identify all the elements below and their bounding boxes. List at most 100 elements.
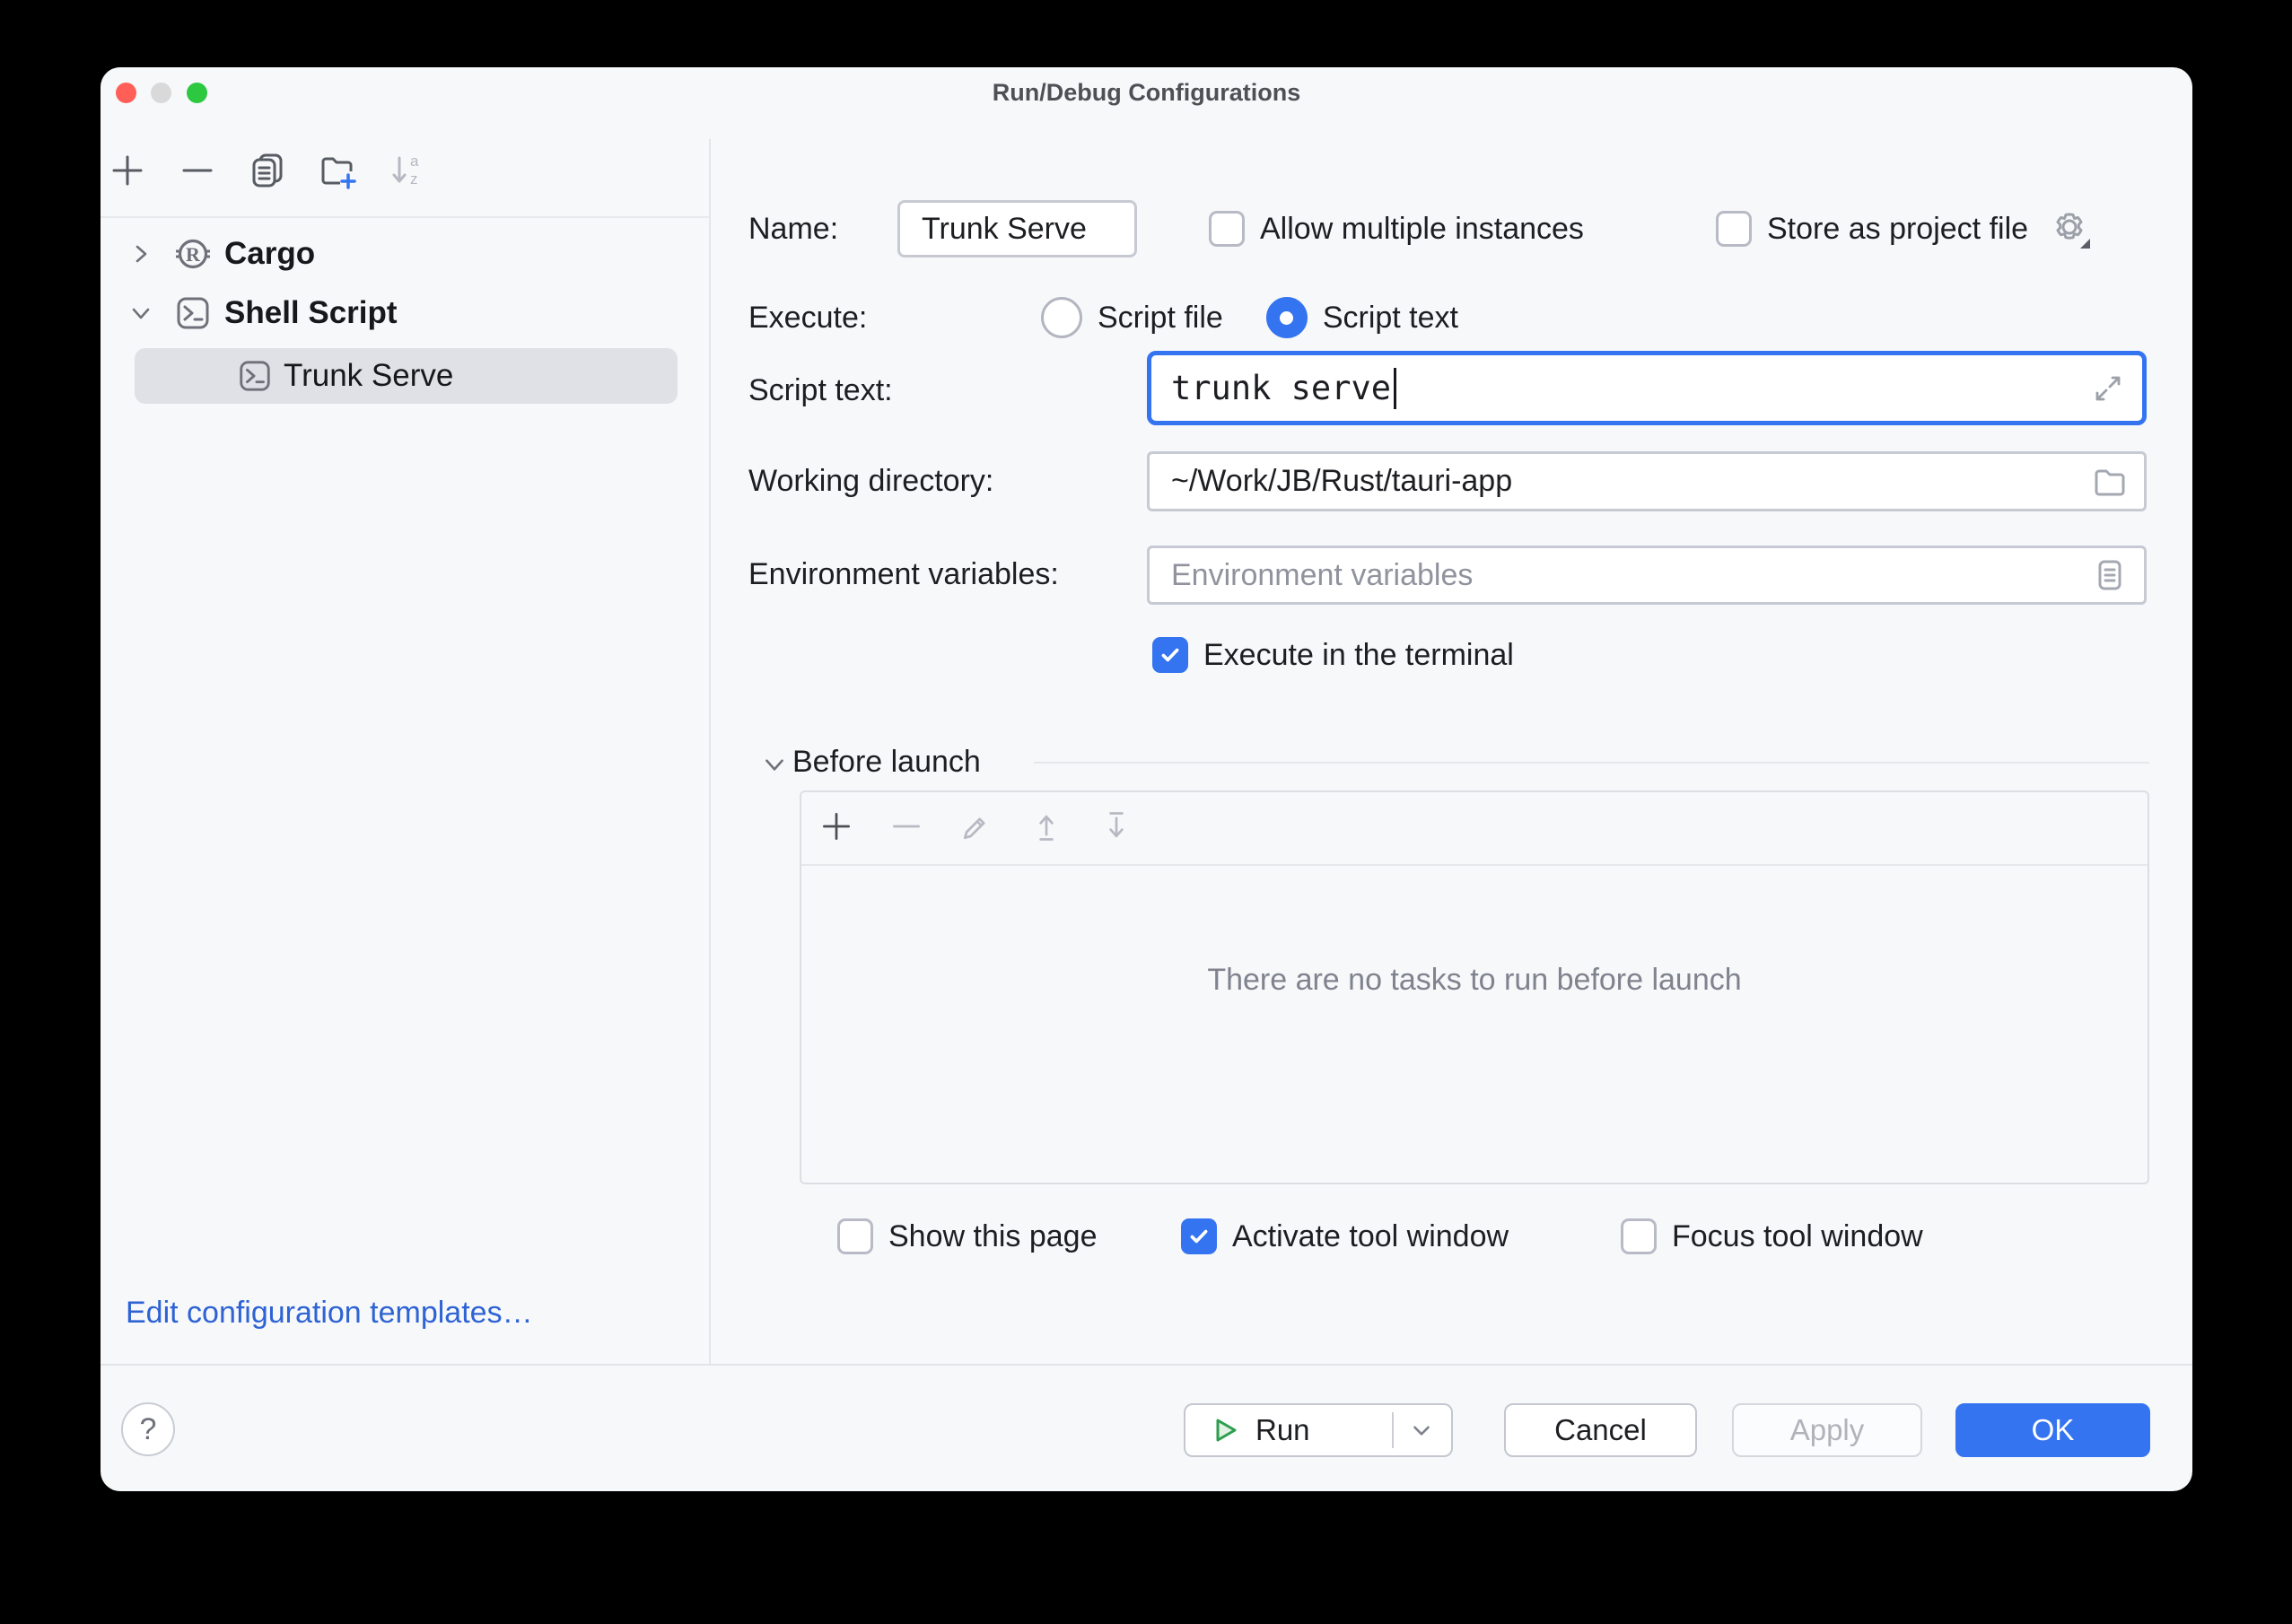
sort-configurations-button[interactable]: a z xyxy=(388,153,427,192)
before-launch-toolbar xyxy=(801,792,2148,866)
execute-in-terminal-checkbox[interactable] xyxy=(1152,637,1188,673)
list-icon[interactable] xyxy=(2090,555,2130,595)
allow-multiple-instances-checkbox[interactable] xyxy=(1209,211,1245,247)
ok-button[interactable]: OK xyxy=(1955,1403,2150,1457)
tree-item-label: Cargo xyxy=(224,236,315,272)
arrow-down-icon xyxy=(1098,808,1134,849)
activate-tool-window-label: Activate tool window xyxy=(1232,1219,1509,1254)
script-text-input[interactable]: trunk serve xyxy=(1147,351,2147,425)
apply-button-label: Apply xyxy=(1790,1413,1865,1447)
terminal-icon xyxy=(237,358,273,394)
sidebar-toolbar-divider xyxy=(101,216,709,218)
chevron-down-icon[interactable] xyxy=(127,301,154,326)
plus-icon xyxy=(108,151,147,195)
chevron-right-icon[interactable] xyxy=(127,241,154,266)
arrow-up-icon xyxy=(1028,808,1064,849)
pencil-icon xyxy=(958,808,994,849)
tree-item-trunk-serve-selected[interactable]: Trunk Serve xyxy=(135,348,678,404)
tree-item-label: Trunk Serve xyxy=(284,358,453,394)
execute-radio-group: Script file Script text xyxy=(1041,297,1458,338)
focus-tool-window-option[interactable]: Focus tool window xyxy=(1621,1208,1923,1265)
move-task-up-button[interactable] xyxy=(1027,808,1066,848)
run-button[interactable]: Run xyxy=(1184,1403,1453,1457)
svg-text:a: a xyxy=(410,153,419,170)
configurations-tree: R Cargo Shell Script xyxy=(101,224,709,404)
minus-icon xyxy=(178,151,217,195)
copy-configuration-button[interactable] xyxy=(248,153,287,192)
cancel-button[interactable]: Cancel xyxy=(1504,1403,1697,1457)
text-caret xyxy=(1394,368,1396,409)
sidebar-divider xyxy=(709,139,711,1364)
script-file-radio-label: Script file xyxy=(1098,301,1223,336)
chevron-down-icon[interactable] xyxy=(1408,1417,1435,1444)
environment-variables-input[interactable]: Environment variables xyxy=(1147,546,2147,605)
focus-tool-window-checkbox[interactable] xyxy=(1621,1218,1657,1254)
store-as-project-file-option[interactable]: Store as project file xyxy=(1716,200,2092,258)
remove-task-button[interactable] xyxy=(887,808,926,848)
store-as-project-file-checkbox[interactable] xyxy=(1716,211,1752,247)
expand-icon[interactable] xyxy=(2088,369,2128,408)
help-question-icon: ? xyxy=(140,1412,157,1447)
allow-multiple-instances-option[interactable]: Allow multiple instances xyxy=(1209,200,1584,258)
before-launch-panel: There are no tasks to run before launch xyxy=(800,790,2149,1184)
window-title: Run/Debug Configurations xyxy=(101,79,2192,107)
focus-tool-window-label: Focus tool window xyxy=(1672,1219,1923,1254)
store-as-project-file-label: Store as project file xyxy=(1767,212,2028,247)
name-input-value: Trunk Serve xyxy=(922,212,1087,247)
remove-configuration-button[interactable] xyxy=(178,153,217,192)
execute-in-terminal-label: Execute in the terminal xyxy=(1203,638,1514,673)
execute-in-terminal-option[interactable]: Execute in the terminal xyxy=(1152,626,1514,684)
before-launch-title[interactable]: Before launch xyxy=(792,745,981,780)
script-text-radio[interactable] xyxy=(1266,297,1308,338)
minus-icon xyxy=(888,808,924,849)
before-launch-divider xyxy=(1034,762,2149,764)
dialog-footer: ? Run Cancel Apply OK xyxy=(101,1364,2192,1491)
move-task-down-button[interactable] xyxy=(1097,808,1136,848)
script-text-value: trunk serve xyxy=(1171,369,1391,407)
show-this-page-checkbox[interactable] xyxy=(837,1218,873,1254)
ok-button-label: OK xyxy=(2032,1413,2075,1447)
add-task-button[interactable] xyxy=(817,808,856,848)
working-directory-input[interactable]: ~/Work/JB/Rust/tauri-app xyxy=(1147,451,2147,511)
allow-multiple-instances-label: Allow multiple instances xyxy=(1260,212,1584,247)
svg-text:z: z xyxy=(410,170,418,188)
environment-variables-label: Environment variables: xyxy=(748,556,1059,592)
svg-text:R: R xyxy=(186,243,201,266)
working-directory-value: ~/Work/JB/Rust/tauri-app xyxy=(1171,464,1512,499)
play-icon xyxy=(1209,1414,1241,1446)
execute-label: Execute: xyxy=(748,300,867,336)
activate-tool-window-checkbox[interactable] xyxy=(1181,1218,1217,1254)
new-folder-button[interactable] xyxy=(318,153,357,192)
run-debug-configurations-dialog: Run/Debug Configurations xyxy=(101,67,2192,1491)
environment-variables-placeholder: Environment variables xyxy=(1171,558,1473,593)
cancel-button-label: Cancel xyxy=(1554,1413,1647,1447)
add-configuration-button[interactable] xyxy=(108,153,147,192)
configurations-toolbar: a z xyxy=(108,153,427,192)
script-text-radio-label: Script text xyxy=(1323,301,1458,336)
name-input[interactable]: Trunk Serve xyxy=(897,200,1137,258)
tree-item-label: Shell Script xyxy=(224,295,398,331)
working-directory-label: Working directory: xyxy=(748,463,993,499)
help-button[interactable]: ? xyxy=(121,1402,175,1456)
gear-icon[interactable] xyxy=(2049,207,2092,250)
script-text-label: Script text: xyxy=(748,372,893,408)
edit-task-button[interactable] xyxy=(957,808,996,848)
chevron-down-icon[interactable] xyxy=(761,751,788,782)
activate-tool-window-option[interactable]: Activate tool window xyxy=(1181,1208,1509,1265)
before-launch-empty-text: There are no tasks to run before launch xyxy=(801,963,2148,998)
folder-icon[interactable] xyxy=(2090,462,2130,502)
cargo-icon: R xyxy=(174,235,212,273)
apply-button[interactable]: Apply xyxy=(1732,1403,1922,1457)
show-this-page-label: Show this page xyxy=(888,1219,1098,1254)
tree-item-cargo[interactable]: R Cargo xyxy=(101,224,709,284)
edit-configuration-templates-link[interactable]: Edit configuration templates… xyxy=(126,1296,533,1331)
terminal-icon xyxy=(174,294,212,332)
plus-icon xyxy=(818,808,854,849)
name-label: Name: xyxy=(748,211,838,247)
show-this-page-option[interactable]: Show this page xyxy=(837,1208,1098,1265)
new-folder-icon xyxy=(318,151,357,195)
run-button-label: Run xyxy=(1255,1413,1310,1447)
copy-icon xyxy=(248,151,287,195)
tree-item-shell-script[interactable]: Shell Script xyxy=(101,284,709,343)
script-file-radio[interactable] xyxy=(1041,297,1082,338)
